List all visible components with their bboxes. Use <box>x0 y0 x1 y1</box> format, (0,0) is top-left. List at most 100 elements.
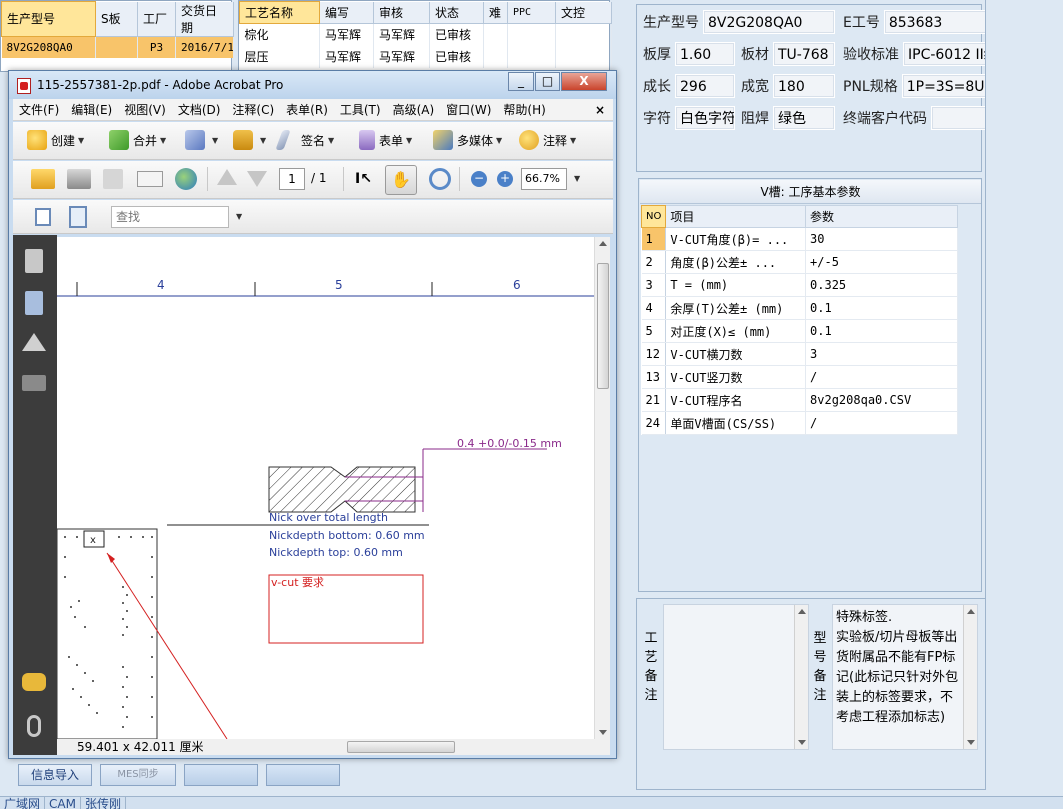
attachments-icon[interactable] <box>25 291 43 315</box>
email-icon[interactable] <box>137 171 163 187</box>
close-button[interactable]: X <box>561 72 607 91</box>
menu-file[interactable]: 文件(F) <box>13 99 65 121</box>
import-button[interactable]: 信息导入 <box>18 764 92 786</box>
table-row[interactable]: 2 角度(β)公差± ... +/-5 <box>641 250 958 274</box>
cell-factory[interactable]: P3 <box>137 36 176 58</box>
cell-item[interactable]: V-CUT竖刀数 <box>665 365 807 389</box>
cell-item[interactable]: 角度(β)公差± ... <box>665 250 807 274</box>
multimedia-button[interactable]: 多媒体 ▼ <box>433 130 502 150</box>
menu-advanced[interactable]: 高级(A) <box>387 99 441 121</box>
vertical-scrollbar[interactable] <box>594 237 610 739</box>
table-row[interactable]: 3T = (mm) 0.325 <box>641 273 958 297</box>
table-row[interactable]: 层压 马军辉 马军辉 已审核 <box>239 45 612 68</box>
cell-author[interactable]: 马军辉 <box>319 45 374 68</box>
taskbar-item-cam[interactable]: CAM <box>45 797 81 809</box>
cell-model[interactable]: 8V2G208QA0 <box>1 36 96 58</box>
cell-difficulty[interactable] <box>483 23 508 46</box>
cell-ppc[interactable] <box>507 45 556 68</box>
table-row[interactable]: 1 V-CUT角度(β)= ... 30 <box>641 227 958 251</box>
web-icon[interactable] <box>175 168 197 190</box>
cell-param[interactable]: 30 <box>805 227 958 251</box>
cell-item[interactable]: V-CUT横刀数 <box>665 342 807 366</box>
table-row[interactable]: 4 余厚(T)公差± (mm) 0.1 <box>641 296 958 320</box>
cell-param[interactable]: 0.1 <box>805 319 958 343</box>
hand-tool-icon[interactable]: ✋ <box>385 165 417 195</box>
col-factory[interactable]: 工厂 <box>137 1 176 37</box>
hscroll-thumb[interactable] <box>347 741 455 753</box>
scroll-thumb[interactable] <box>597 263 609 389</box>
minimize-button[interactable]: _ <box>508 72 534 91</box>
cell-status[interactable]: 已审核 <box>429 45 484 68</box>
scroll-down-icon[interactable] <box>798 740 806 745</box>
col-author[interactable]: 编写 <box>319 1 374 24</box>
blank-button-2[interactable] <box>266 764 340 786</box>
page-number-input[interactable]: 1 <box>279 168 305 190</box>
sign-button[interactable]: 签名 ▼ <box>275 130 334 150</box>
char-field[interactable]: 白色字符 <box>675 106 735 130</box>
cell-no[interactable]: 21 <box>641 388 667 412</box>
cell-param[interactable]: / <box>805 411 958 435</box>
col-ppc[interactable]: PPC <box>507 1 556 24</box>
col-difficulty[interactable]: 难 <box>483 1 508 24</box>
menu-view[interactable]: 视图(V) <box>118 99 172 121</box>
forms-button[interactable]: 表单 ▼ <box>359 130 412 150</box>
process-notes-field[interactable] <box>663 604 809 750</box>
scroll-down-icon[interactable] <box>599 730 607 735</box>
col-sboard[interactable]: S板 <box>95 1 138 37</box>
scroll-down-icon[interactable] <box>967 740 975 745</box>
print-icon[interactable] <box>67 169 91 189</box>
secure-button[interactable]: ▼ <box>233 130 266 150</box>
menu-close-icon[interactable]: × <box>589 99 611 121</box>
scroll-up-icon[interactable] <box>967 609 975 614</box>
vgroove-table[interactable]: NO 项目 参数 1 V-CUT角度(β)= ... 30 2 角度(β)公差± ..… <box>640 205 958 435</box>
cell-doc-control[interactable] <box>555 23 612 46</box>
mes-sync-button[interactable]: MES同步 <box>100 764 176 786</box>
menu-document[interactable]: 文档(D) <box>172 99 227 121</box>
zoom-in-icon[interactable]: + <box>497 171 513 187</box>
find-dropdown-icon[interactable]: ▼ <box>236 212 242 221</box>
cell-process[interactable]: 棕化 <box>239 23 320 46</box>
taskbar-item-wan[interactable]: 广域网 <box>0 797 46 809</box>
cell-difficulty[interactable] <box>483 45 508 68</box>
process-notes-scrollbar[interactable] <box>794 605 808 749</box>
model-notes-scrollbar[interactable] <box>963 605 977 749</box>
horizontal-scrollbar[interactable] <box>217 739 610 755</box>
cell-item[interactable]: 对正度(X)≤ (mm) <box>665 319 807 343</box>
cell-param[interactable]: 8v2g208qa0.CSV <box>805 388 958 412</box>
cell-reviewer[interactable]: 马军辉 <box>373 45 430 68</box>
comments-panel-icon[interactable] <box>22 673 46 691</box>
prev-page-icon[interactable] <box>217 169 237 185</box>
table-row[interactable]: 12 V-CUT横刀数 3 <box>641 342 958 366</box>
cell-param[interactable]: +/-5 <box>805 250 958 274</box>
cell-item[interactable]: 单面V槽面(CS/SS) <box>665 411 807 435</box>
create-button[interactable]: 创建 ▼ <box>27 130 84 150</box>
save-icon[interactable] <box>103 169 123 189</box>
blank-button-1[interactable] <box>184 764 258 786</box>
thickness-field[interactable]: 1.60 <box>675 42 735 66</box>
cell-no[interactable]: 13 <box>641 365 667 389</box>
cell-no[interactable]: 4 <box>641 296 667 320</box>
combine-button[interactable]: 合并 ▼ <box>109 130 166 150</box>
cell-no[interactable]: 5 <box>641 319 667 343</box>
comment-button[interactable]: 注释 ▼ <box>519 130 576 150</box>
model-notes-field[interactable]: 特殊标签. 实验板/切片母板等出货附属品不能有FP标记(此标记只针对外包装上的标… <box>832 604 978 750</box>
col-param[interactable]: 参数 <box>805 205 958 228</box>
cell-no[interactable]: 2 <box>641 250 667 274</box>
table-row[interactable]: 8V2G208QA0 P3 2016/7/1 <box>1 36 234 58</box>
length-field[interactable]: 296 <box>675 74 735 98</box>
table-row[interactable]: 5 对正度(X)≤ (mm) 0.1 <box>641 319 958 343</box>
acrobat-titlebar[interactable]: 115-2557381-2p.pdf - Adobe Acrobat Pro _… <box>9 71 616 99</box>
menu-forms[interactable]: 表单(R) <box>280 99 334 121</box>
open-folder-icon[interactable] <box>31 169 55 189</box>
scroll-up-icon[interactable] <box>599 241 607 246</box>
maximize-button[interactable]: □ <box>535 72 560 91</box>
cell-no[interactable]: 3 <box>641 273 667 297</box>
cell-process[interactable]: 层压 <box>239 45 320 68</box>
cell-param[interactable]: / <box>805 365 958 389</box>
zoom-marquee-icon[interactable] <box>429 168 451 190</box>
taskbar-item-user[interactable]: 张传刚 <box>81 797 126 809</box>
col-doc-control[interactable]: 文控 <box>555 1 612 24</box>
cell-param[interactable]: 3 <box>805 342 958 366</box>
table-row[interactable]: 棕化 马军辉 马军辉 已审核 <box>239 23 612 46</box>
layers-icon[interactable] <box>22 333 46 351</box>
